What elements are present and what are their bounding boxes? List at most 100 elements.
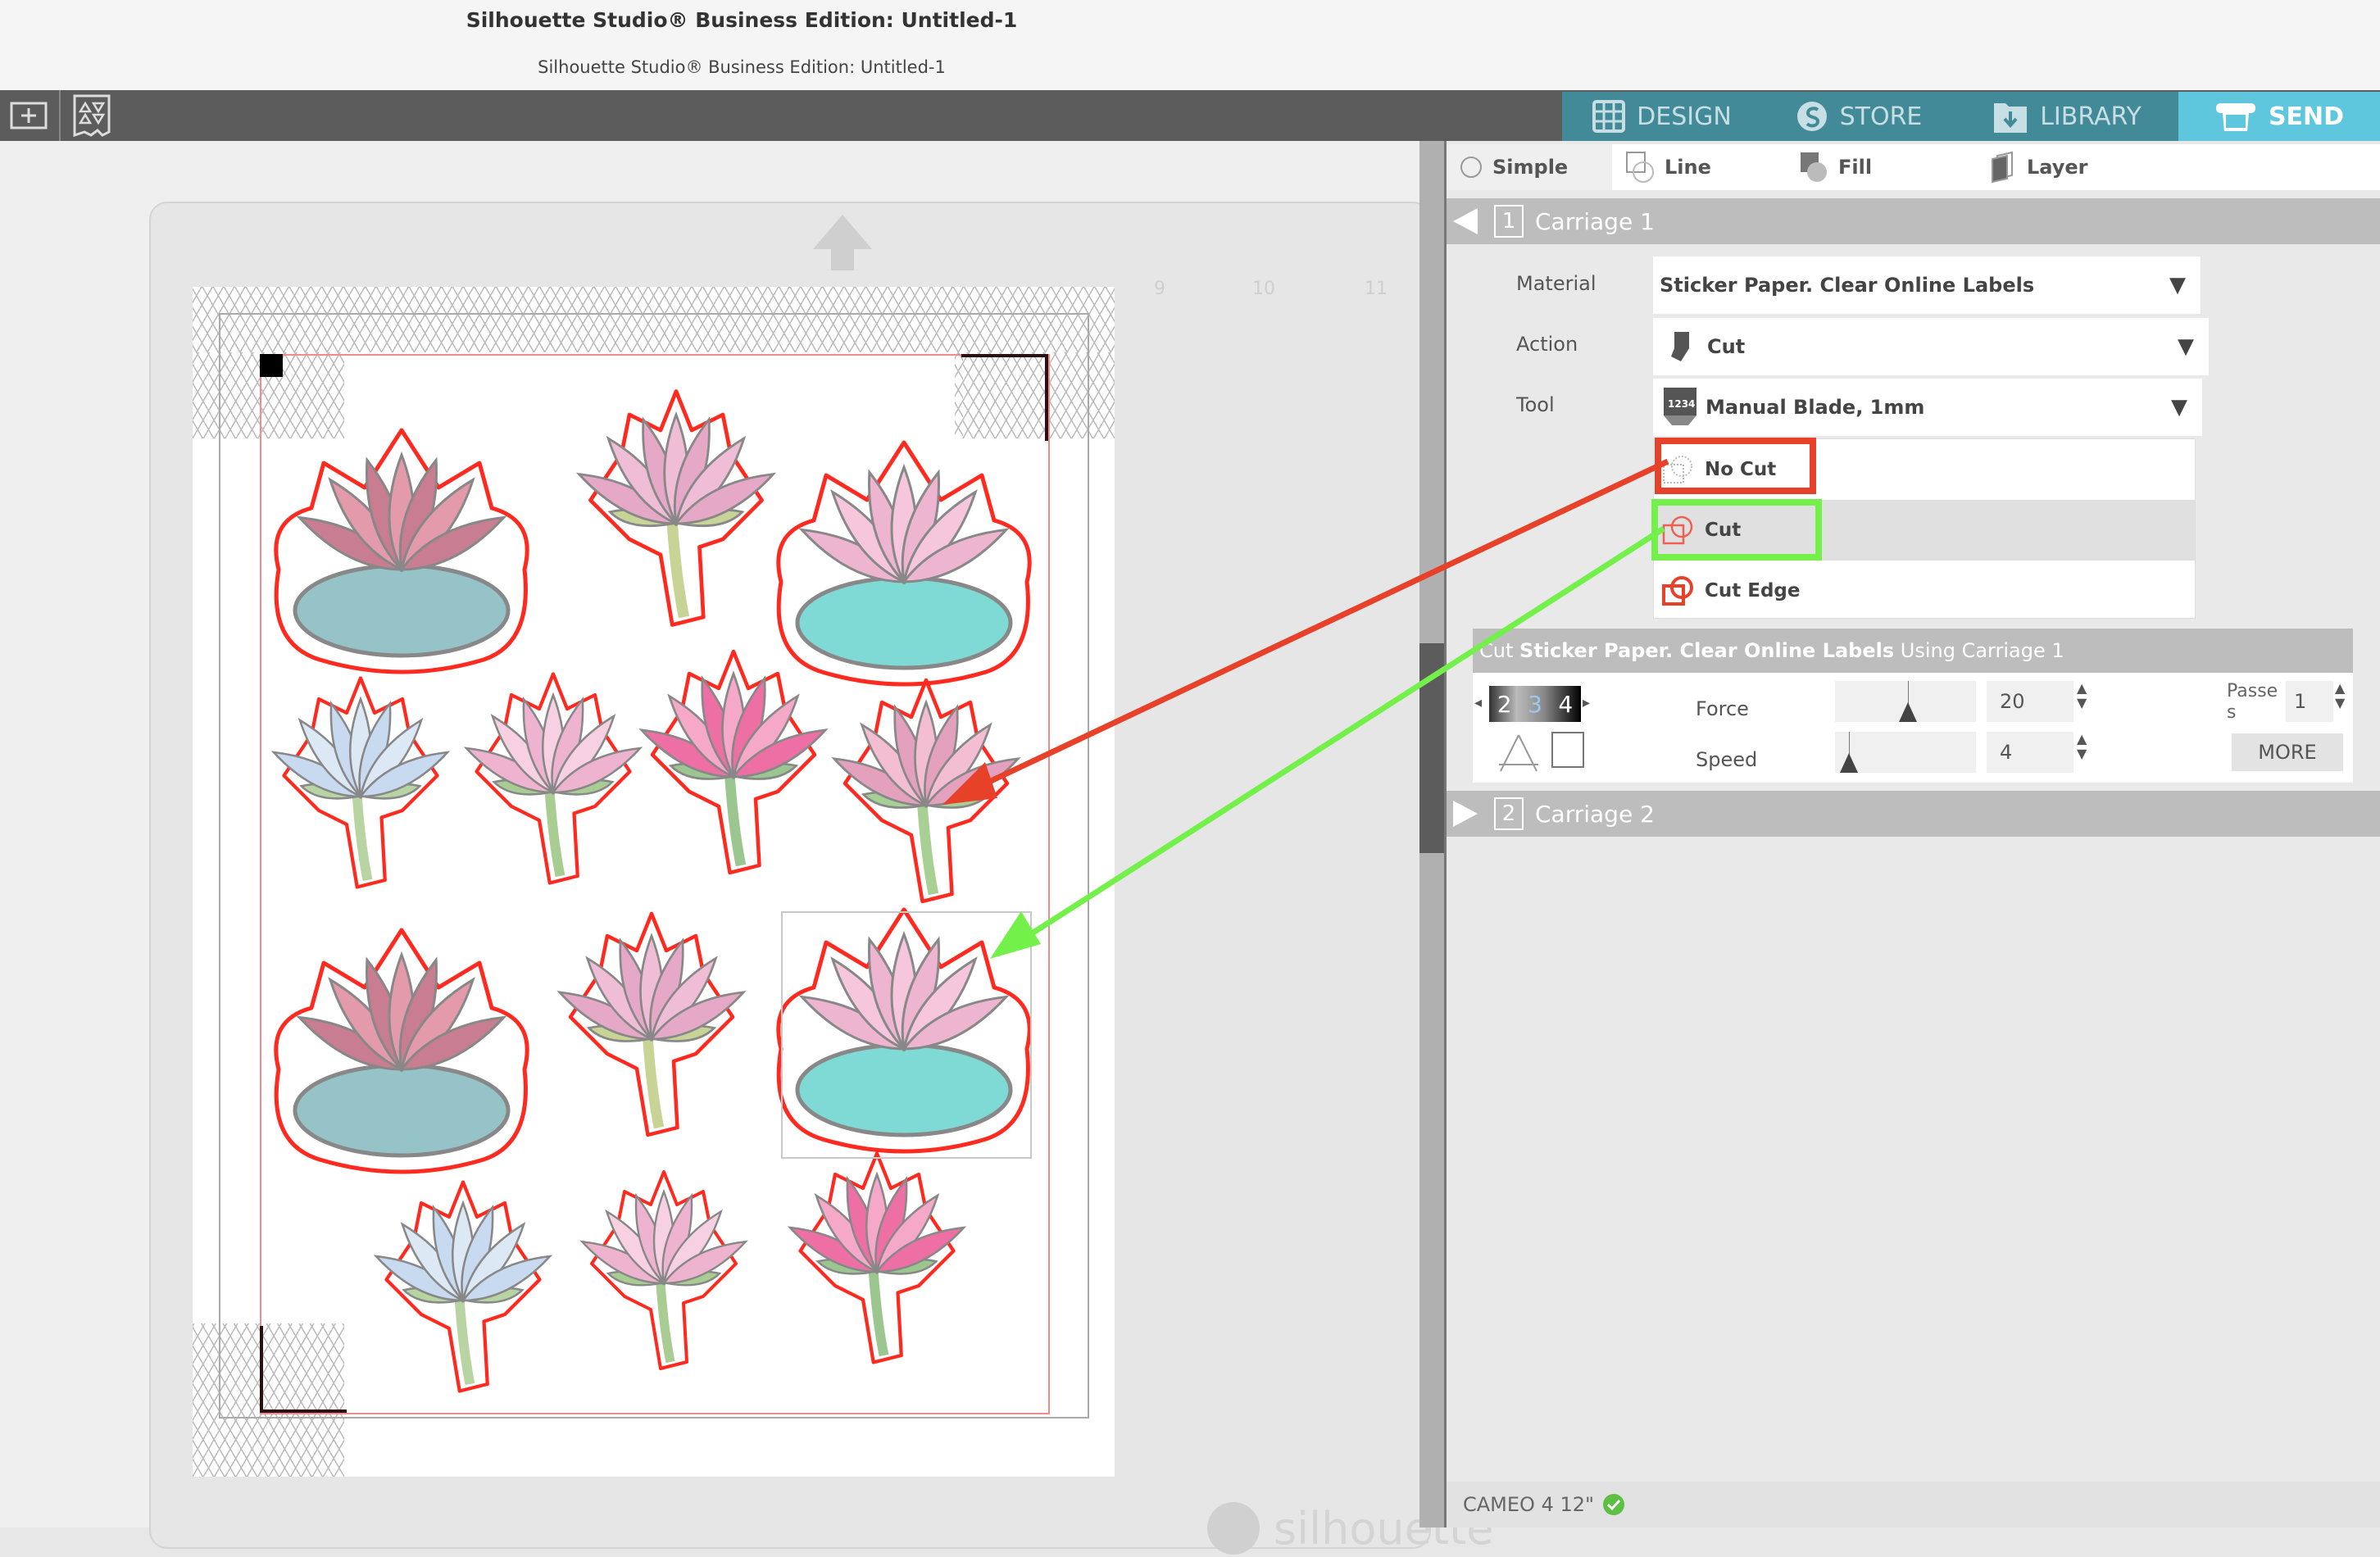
tool-label: Tool: [1516, 393, 1555, 416]
cut-settings: ◂ 2 3 4 ▸ Force 20 ▲ ▼ Speed 4 ▲ ▼ Passe s…: [1473, 673, 2353, 783]
layer-style-icon: [1992, 151, 2013, 184]
material-dropdown[interactable]: Sticker Paper. Clear Online Labels ▼: [1653, 256, 2201, 314]
action-label: Action: [1516, 333, 1578, 356]
cut-style-fill-label: Fill: [1838, 156, 1873, 179]
cut-style-simple[interactable]: Simple: [1447, 144, 1612, 190]
action-value: Cut: [1707, 335, 1746, 358]
tool-value: Manual Blade, 1mm: [1706, 396, 1925, 419]
machine-name: CAMEO 4 12": [1463, 1493, 1595, 1516]
line-style-icon: [1626, 152, 1654, 183]
collapse-arrow-icon: [1453, 208, 1478, 234]
print-cut-library-icon[interactable]: [69, 94, 115, 138]
window-title: Silhouette Studio® Business Edition: Unt…: [466, 8, 1018, 32]
no-cut-label: No Cut: [1705, 459, 1777, 480]
force-stepper[interactable]: ▲ ▼: [2077, 681, 2087, 710]
lotus-sticker-blue[interactable]: [269, 676, 452, 889]
cut-style-line-label: Line: [1665, 156, 1711, 179]
lotus-sticker-hot-pink[interactable]: [637, 649, 831, 875]
page: [193, 287, 1115, 1477]
document-title: Silhouette Studio® Business Edition: Unt…: [538, 57, 946, 77]
passes-stepper[interactable]: ▲ ▼: [2335, 681, 2345, 710]
cut-style-fill[interactable]: Fill: [1786, 144, 1976, 190]
main-navigation: DESIGN STORE LIBRARY SEND: [1562, 92, 2380, 141]
lotus-sticker-mauve-lilypad[interactable]: [274, 428, 529, 674]
action-menu-item-no-cut[interactable]: No Cut: [1654, 439, 2195, 500]
lotus-sticker-mauve-lilypad[interactable]: [274, 928, 529, 1174]
blade-scale-value: 3: [1528, 690, 1542, 718]
tool-dropdown[interactable]: 1234 Manual Blade, 1mm ▼: [1653, 379, 2202, 436]
blade-scale-value: 2: [1497, 690, 1512, 718]
cut-style-layer[interactable]: Layer: [1976, 144, 2150, 190]
selection-box[interactable]: [781, 911, 1032, 1159]
summary-suffix: Using Carriage 1: [1900, 639, 2064, 662]
cut-edge-icon: [1662, 576, 1693, 606]
action-menu-item-cut[interactable]: Cut: [1654, 500, 2195, 561]
no-cut-icon: [1663, 456, 1692, 483]
passes-input[interactable]: 1: [2286, 681, 2333, 722]
cutter-machine-icon: [2215, 103, 2255, 131]
title-bar: Silhouette Studio® Business Edition: Unt…: [0, 0, 2380, 92]
blade-icon: [1671, 332, 1689, 361]
ruler-label: 10: [1252, 279, 1275, 299]
speed-label: Speed: [1696, 748, 1758, 771]
summary-material: Sticker Paper. Clear Online Labels: [1519, 639, 1895, 662]
cut-edge-label: Cut Edge: [1705, 580, 1801, 601]
blade-depth-scale: 2 3 4: [1489, 686, 1581, 722]
manual-blade-icon: 1234: [1664, 388, 1696, 425]
material-value: Sticker Paper. Clear Online Labels: [1660, 274, 2035, 297]
speed-input[interactable]: 4: [1987, 732, 2073, 773]
carriage-1-number: 1: [1494, 205, 1524, 238]
mat-icon: [1551, 732, 1584, 768]
cut-style-line[interactable]: Line: [1612, 144, 1786, 190]
cut-summary-bar: Cut Sticker Paper. Clear Online Labels U…: [1473, 629, 2353, 673]
carriage-1-header[interactable]: 1 Carriage 1: [1447, 198, 2380, 244]
splitter-handle[interactable]: [1419, 643, 1444, 853]
lotus-sticker-pink-bud[interactable]: [578, 1169, 750, 1371]
carriage-2-label: Carriage 2: [1535, 800, 1655, 828]
force-input[interactable]: 20: [1987, 681, 2073, 722]
ruler-label: 11: [1365, 279, 1388, 299]
lotus-sticker-pink-turquoise-pad[interactable]: [776, 440, 1032, 687]
ruler-label: 9: [1154, 279, 1165, 299]
action-menu-item-cut-edge[interactable]: Cut Edge: [1654, 561, 2195, 621]
arrow-right-icon[interactable]: ▸: [1583, 694, 1590, 711]
feed-direction-arrow-icon: [810, 215, 875, 274]
fill-style-icon: [1801, 152, 1827, 182]
material-label: Material: [1516, 272, 1597, 295]
machine-status[interactable]: CAMEO 4 12": [1447, 1482, 2380, 1527]
tab-store[interactable]: STORE: [1762, 92, 1955, 141]
cut-style-simple-label: Simple: [1492, 156, 1569, 179]
new-page-icon[interactable]: [5, 97, 52, 134]
cut-style-tabs: Simple Line Fill Layer: [1447, 144, 2380, 190]
grid-icon: [1592, 100, 1626, 133]
action-menu: No Cut Cut Cut Edge: [1653, 438, 2196, 619]
arrow-left-icon[interactable]: ◂: [1474, 694, 1482, 711]
chevron-down-icon: ▼: [2169, 273, 2186, 297]
tab-library[interactable]: LIBRARY: [1955, 92, 2178, 141]
carriage-2-number: 2: [1494, 797, 1524, 830]
lotus-sticker-blue[interactable]: [371, 1180, 555, 1393]
lotus-sticker-pink-leaves[interactable]: [574, 389, 779, 627]
summary-action: Cut: [1479, 639, 1514, 662]
cut-style-layer-label: Layer: [2027, 156, 2088, 179]
tab-design[interactable]: DESIGN: [1562, 92, 1762, 141]
speed-stepper[interactable]: ▲ ▼: [2077, 732, 2087, 761]
tab-send[interactable]: SEND: [2178, 92, 2380, 141]
silhouette-s-icon: [1796, 102, 1827, 131]
chevron-down-icon: ▼: [2171, 395, 2187, 420]
cut-icon: [1662, 515, 1693, 545]
carriage-2-header[interactable]: 2 Carriage 2: [1447, 791, 2380, 837]
svg-text:1234: 1234: [1668, 398, 1695, 410]
chevron-down-icon: ▼: [2178, 334, 2194, 359]
lotus-sticker-pink-stem[interactable]: [829, 678, 1024, 904]
speed-slider[interactable]: [1835, 732, 1976, 773]
radio-icon: [1460, 157, 1482, 178]
lotus-sticker-hot-pink[interactable]: [785, 1151, 969, 1364]
carriage-1-label: Carriage 1: [1535, 207, 1655, 235]
force-slider[interactable]: [1835, 681, 1976, 722]
tab-library-label: LIBRARY: [2040, 102, 2142, 131]
lotus-sticker-pink-bud[interactable]: [461, 672, 645, 885]
action-dropdown[interactable]: Cut ▼: [1653, 318, 2209, 375]
more-button[interactable]: MORE: [2232, 733, 2343, 771]
lotus-sticker-pink-leaves[interactable]: [555, 911, 749, 1137]
